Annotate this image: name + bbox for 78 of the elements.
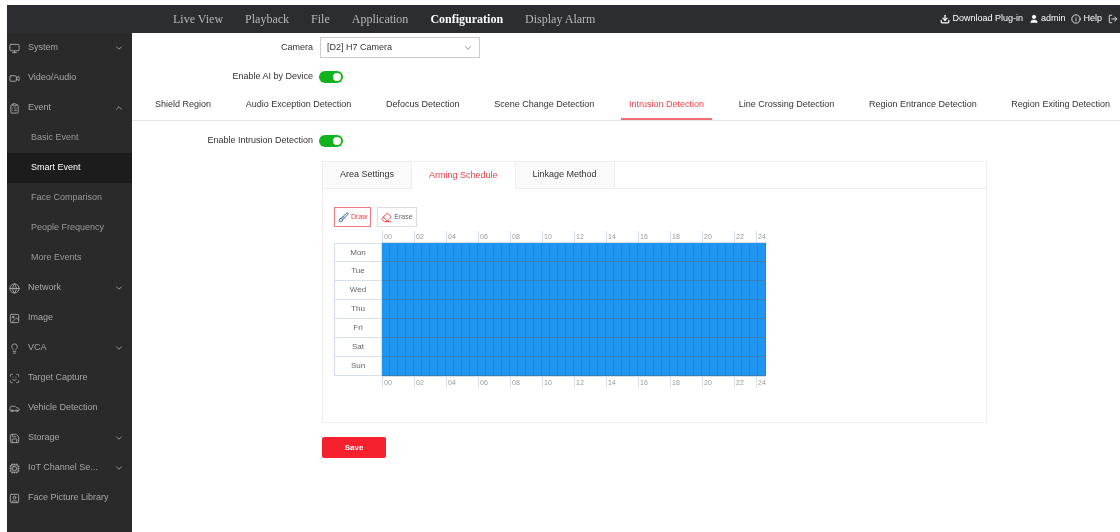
chevron-down-icon (114, 433, 124, 443)
download-icon[interactable] (940, 14, 951, 24)
help-link[interactable]: Help (1083, 12, 1102, 26)
sidebar-item[interactable]: Image (7, 303, 132, 333)
chevron-down-icon (114, 283, 124, 293)
sidebar-subitem[interactable]: Face Comparison (7, 183, 132, 213)
sidebar-item[interactable]: Storage (7, 423, 132, 453)
event-tab[interactable]: Audio Exception Detection (237, 97, 360, 120)
sidebar-subitem[interactable]: Smart Event (7, 153, 132, 183)
toggle-switch[interactable] (319, 135, 343, 147)
info-icon (1071, 14, 1082, 24)
save-button[interactable]: Save (322, 437, 386, 458)
nav-tab[interactable]: Display Alarm (525, 10, 596, 28)
chip-icon (9, 462, 20, 474)
event-tab[interactable]: Region Exiting Detection (1003, 97, 1118, 120)
settings-tab[interactable]: Area Settings (323, 162, 413, 188)
chevron-down-icon (114, 463, 124, 473)
user-icon (1028, 14, 1039, 24)
chevron-down-icon (114, 43, 124, 53)
sidebar-subitem[interactable]: Basic Event (7, 123, 132, 153)
logout-icon[interactable] (1108, 14, 1118, 24)
schedule-row[interactable] (382, 357, 766, 376)
settings-tab[interactable]: Linkage Method (515, 162, 615, 188)
schedule-row[interactable] (382, 338, 766, 357)
sidebar-subitem[interactable]: People Frequency (7, 213, 132, 243)
brush-icon (338, 211, 349, 223)
sidebar-item[interactable]: IoT Channel Se... (7, 453, 132, 483)
toggle-switch[interactable] (319, 70, 343, 83)
image-icon (9, 312, 20, 324)
chevron-down-icon (114, 343, 124, 353)
day-label: Thu (334, 300, 382, 319)
schedule-row[interactable] (382, 243, 766, 262)
sidebar-subitem[interactable]: More Events (7, 243, 132, 273)
event-tab[interactable]: Scene Change Detection (486, 97, 603, 120)
day-label: Fri (334, 319, 382, 338)
chevron-up-icon (114, 103, 124, 113)
nav-tab[interactable]: Application (351, 10, 409, 28)
day-label: Sun (334, 357, 382, 376)
schedule-row[interactable] (382, 319, 766, 338)
sidebar-item[interactable]: VCA (7, 333, 132, 363)
settings-tab[interactable]: Arming Schedule (412, 162, 516, 189)
event-tab[interactable]: Intrusion Detection (621, 97, 713, 120)
sidebar-item[interactable]: System (7, 33, 132, 63)
face-icon (9, 492, 20, 504)
schedule-row[interactable] (382, 281, 766, 300)
schedule-row[interactable] (382, 262, 766, 281)
event-tab[interactable]: Shield Region (147, 97, 220, 120)
person-icon (9, 372, 20, 384)
enable-intrusion-label: Enable Intrusion Detection (206, 134, 313, 148)
clipboard-icon (9, 102, 20, 114)
day-label: Tue (334, 262, 382, 281)
globe-icon (9, 282, 20, 294)
lightbulb-icon (9, 342, 20, 354)
event-tab[interactable]: Defocus Detection (378, 97, 468, 120)
sidebar-item[interactable]: Vehicle Detection (7, 393, 132, 423)
eraser-icon (381, 211, 393, 223)
sidebar-item[interactable]: Event (7, 93, 132, 123)
day-label: Mon (334, 243, 382, 262)
nav-tab[interactable]: File (311, 10, 330, 28)
sidebar-item[interactable]: Network (7, 273, 132, 303)
sidebar-item[interactable]: Target Capture (7, 363, 132, 393)
nav-tab[interactable]: Playback (245, 10, 290, 28)
sidebar-item[interactable]: Face Picture Library (7, 483, 132, 513)
camera-select[interactable]: [D2] H7 Camera (320, 37, 480, 58)
monitor-icon (9, 42, 20, 54)
sidebar-item[interactable]: Video/Audio (7, 63, 132, 93)
download-link[interactable]: Download Plug-in (952, 12, 1023, 26)
nav-tab[interactable]: Configuration (430, 10, 504, 28)
camera-icon (9, 72, 20, 84)
schedule-row[interactable] (382, 300, 766, 319)
event-tab[interactable]: Region Entrance Detection (861, 97, 985, 120)
user-name[interactable]: admin (1040, 12, 1066, 26)
day-label: Sat (334, 338, 382, 357)
event-tab[interactable]: Line Crossing Detection (730, 97, 843, 120)
day-label: Wed (334, 281, 382, 300)
camera-label: Camera (280, 40, 313, 54)
enable-ai-label: Enable AI by Device (231, 69, 313, 83)
nav-tab[interactable]: Live View (173, 10, 224, 28)
